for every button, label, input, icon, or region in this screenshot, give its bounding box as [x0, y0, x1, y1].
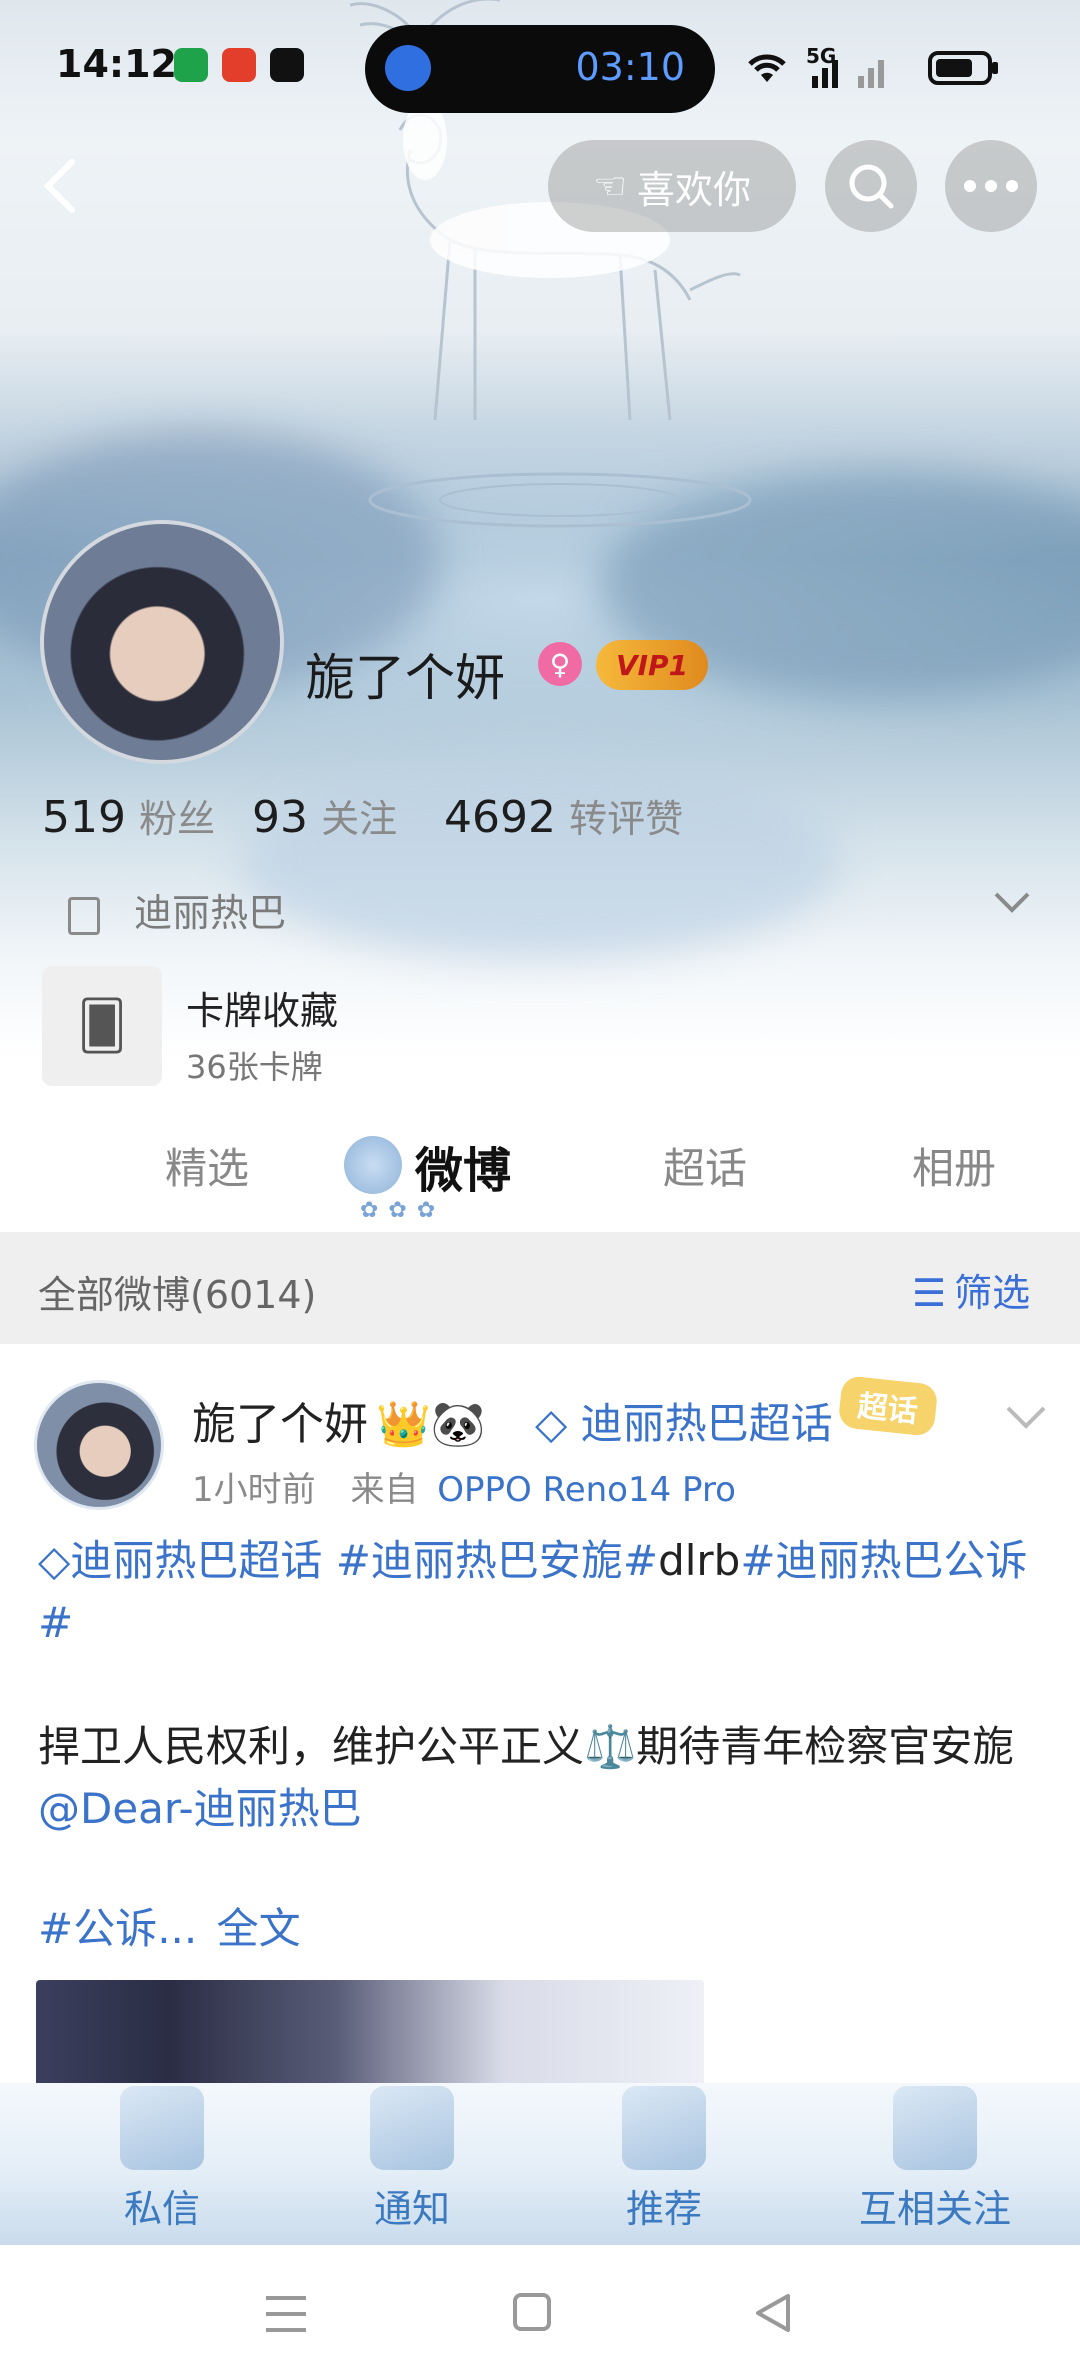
diamond-icon: ◇: [38, 1536, 71, 1585]
chevron-left-icon: [43, 159, 75, 213]
card-collection-count: 36张卡牌: [186, 1048, 323, 1086]
stat-value: 4692: [444, 792, 556, 843]
recent-apps-button[interactable]: [264, 2294, 308, 2338]
post-menu-button[interactable]: [1004, 1404, 1048, 1434]
post-meta: 1小时前 来自 OPPO Reno14 Pro: [192, 1462, 736, 1511]
stat-label: 转评赞: [569, 797, 684, 841]
tab-super-topic[interactable]: 超话: [663, 1135, 747, 1196]
bottom-notification[interactable]: 通知: [322, 2086, 502, 2233]
message-card-icon: [120, 2086, 204, 2170]
filter-label: 筛选: [954, 1271, 1031, 1315]
back-button[interactable]: [30, 146, 90, 226]
all-weibo-count[interactable]: 全部微博(6014): [38, 1264, 316, 1319]
card-collection-title[interactable]: 卡牌收藏: [186, 980, 338, 1035]
profile-username: 旎了个妍: [305, 649, 505, 707]
post-text-line2: 捍卫人民权利，维护公平正义⚖️期待青年检察官安旎 @Dear-迪丽热巴: [38, 1716, 1048, 1840]
home-button[interactable]: [512, 2292, 552, 2336]
vip-badge[interactable]: VIP1: [596, 640, 708, 690]
app-notification-icon: [222, 48, 256, 82]
post-text-line3: #公诉... 全文: [38, 1898, 1048, 1960]
more-button[interactable]: [945, 140, 1037, 232]
post-image[interactable]: [36, 1980, 704, 2090]
active-tab-indicator: ✿✿✿: [360, 1198, 446, 1223]
square-icon: [513, 2293, 551, 2331]
back-system-button[interactable]: [752, 2292, 792, 2338]
stat-value: 93: [252, 792, 308, 843]
hashtag-link[interactable]: #迪丽热巴安旎#: [336, 1536, 658, 1585]
dynamic-island-timer[interactable]: 03:10: [365, 25, 715, 113]
status-time: 14:12: [56, 42, 177, 86]
bottom-label: 推荐: [625, 2187, 702, 2231]
post-topic-text: 迪丽热巴超话: [580, 1399, 833, 1448]
super-topic-badge: 超话: [837, 1375, 939, 1437]
app-notification-icon: [174, 48, 208, 82]
female-gender-icon: ♀: [538, 642, 582, 686]
chevron-down-icon: [994, 892, 1030, 913]
hashtag-link[interactable]: #公诉...: [38, 1904, 197, 1953]
stopwatch-icon: [385, 45, 431, 91]
panda-icon: 🐼: [430, 1399, 486, 1450]
mutual-follow-icon: [893, 2086, 977, 2170]
filter-button[interactable]: ☰ 筛选: [912, 1262, 1030, 1317]
bio-text: 迪丽热巴: [134, 891, 287, 935]
notification-icon: [370, 2086, 454, 2170]
post-text-line1: ◇迪丽热巴超话 #迪丽热巴安旎#dlrb#迪丽热巴公诉#: [38, 1530, 1048, 1654]
hand-wave-icon: ☜: [592, 164, 628, 208]
tab-album[interactable]: 相册: [912, 1135, 996, 1196]
stat-value: 519: [42, 792, 126, 843]
post-time: 1小时前: [192, 1470, 316, 1510]
bottom-label: 通知: [373, 2187, 450, 2231]
menu-lines-icon: [266, 2296, 306, 2332]
search-icon: [849, 164, 894, 209]
post-device[interactable]: OPPO Reno14 Pro: [437, 1470, 736, 1510]
bottom-private-message[interactable]: 私信: [72, 2086, 252, 2233]
like-you-button[interactable]: ☜ 喜欢你: [548, 140, 796, 232]
bottom-label: 私信: [123, 2187, 200, 2231]
topic-link[interactable]: ◇迪丽热巴超话: [38, 1536, 322, 1585]
read-more-link[interactable]: 全文: [217, 1904, 301, 1953]
battery-icon: [928, 50, 1000, 90]
bottom-label: 互相关注: [858, 2187, 1011, 2231]
topic-link-text: 迪丽热巴超话: [70, 1536, 323, 1585]
post-plain-text: dlrb: [658, 1536, 741, 1585]
post-topic-link[interactable]: ◇ 迪丽热巴超话: [535, 1390, 833, 1451]
document-icon: [68, 896, 100, 935]
post-from: 来自: [350, 1470, 419, 1510]
stat-followers[interactable]: 519 粉丝: [42, 788, 215, 843]
tiktok-icon: [270, 48, 304, 82]
shell-icon: [344, 1136, 402, 1194]
mention-link[interactable]: @Dear-迪丽热巴: [38, 1784, 362, 1833]
diamond-icon: ◇: [535, 1399, 581, 1448]
card-collection-icon[interactable]: 🂠: [42, 966, 162, 1086]
stat-interactions[interactable]: 4692 转评赞: [444, 788, 683, 843]
signal-icon: [812, 52, 902, 92]
like-you-label: 喜欢你: [637, 167, 752, 212]
tab-weibo[interactable]: 微博: [415, 1131, 511, 1201]
wifi-icon: [742, 48, 792, 92]
stat-label: 粉丝: [139, 797, 216, 841]
post-author-name-text: 旎了个妍: [192, 1399, 368, 1450]
triangle-back-icon: [756, 2294, 790, 2332]
post-author-avatar[interactable]: [34, 1380, 164, 1510]
stat-label: 关注: [321, 797, 398, 841]
expand-bio-button[interactable]: [992, 890, 1032, 918]
profile-avatar[interactable]: [40, 520, 284, 764]
bottom-mutual-follow[interactable]: 互相关注: [830, 2086, 1040, 2233]
timer-text: 03:10: [575, 45, 685, 89]
post-body-text: 捍卫人民权利，维护公平正义⚖️期待青年检察官安旎: [38, 1722, 1015, 1771]
crown-icon: 👑: [376, 1399, 431, 1450]
more-dots-icon: [964, 180, 1018, 192]
stat-following[interactable]: 93 关注: [252, 788, 397, 843]
bio-row[interactable]: 迪丽热巴: [68, 882, 286, 937]
deer-icon: [622, 2086, 706, 2170]
search-button[interactable]: [825, 140, 917, 232]
chevron-down-icon: [1006, 1406, 1046, 1429]
bottom-recommend[interactable]: 推荐: [574, 2086, 754, 2233]
filter-icon: ☰: [912, 1271, 947, 1315]
tab-featured[interactable]: 精选: [165, 1135, 249, 1196]
post-author-name[interactable]: 旎了个妍 👑🐼: [192, 1388, 486, 1452]
